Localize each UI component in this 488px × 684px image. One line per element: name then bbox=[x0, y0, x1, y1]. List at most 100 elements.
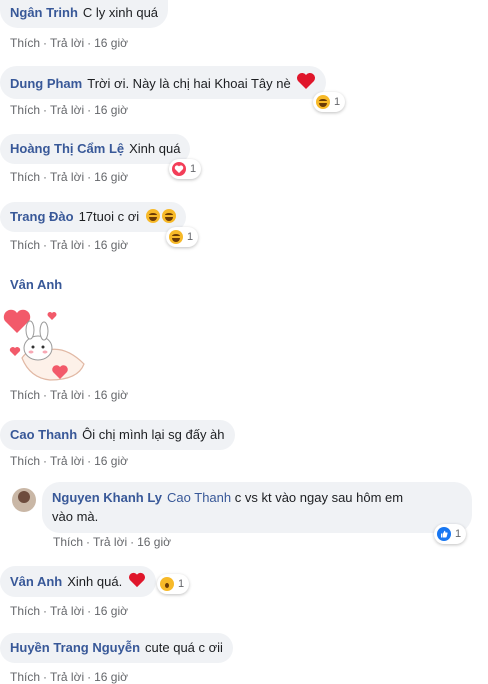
comment-bubble: Hoàng Thị Cẩm Lệ Xinh quá bbox=[0, 134, 191, 164]
bunny-heart-sticker[interactable] bbox=[0, 306, 92, 386]
reaction-summary[interactable]: 1 bbox=[157, 574, 190, 594]
reply-button[interactable]: Trả lời bbox=[50, 454, 84, 468]
timestamp[interactable]: 16 giờ bbox=[94, 238, 128, 252]
separator: · bbox=[87, 36, 92, 50]
comment-text-continued: vào mà. bbox=[52, 509, 99, 524]
comment-bubble: Vân Anh Xinh quá. bbox=[0, 566, 156, 597]
like-button[interactable]: Thích bbox=[10, 670, 40, 684]
heart-icon bbox=[128, 572, 145, 588]
separator: · bbox=[43, 170, 48, 184]
like-button[interactable]: Thích bbox=[10, 238, 40, 252]
wow-reaction-icon bbox=[160, 577, 174, 591]
comment-text: Xinh quá bbox=[129, 141, 181, 156]
comment-author[interactable]: Huyền Trang Nguyễn bbox=[10, 640, 140, 655]
timestamp[interactable]: 16 giờ bbox=[94, 670, 128, 684]
reply-button[interactable]: Trả lời bbox=[50, 36, 84, 50]
comment-author[interactable]: Cao Thanh bbox=[10, 427, 77, 442]
reaction-count: 1 bbox=[178, 578, 185, 590]
comment-text: Trời ơi. Này là chị hai Khoai Tây nè bbox=[87, 76, 291, 91]
like-button[interactable]: Thích bbox=[10, 454, 40, 468]
comment-bubble: Cao Thanh Ôi chị mình lại sg đấy àh bbox=[0, 420, 235, 450]
comment-author[interactable]: Vân Anh bbox=[10, 574, 62, 589]
comment-author[interactable]: Vân Anh bbox=[10, 277, 62, 292]
reply-button[interactable]: Trả lời bbox=[50, 103, 84, 117]
reply-button[interactable]: Trả lời bbox=[93, 535, 127, 549]
reaction-summary[interactable]: 1 bbox=[169, 159, 202, 179]
like-reaction-icon bbox=[437, 527, 451, 541]
comment-text: cute quá c ơii bbox=[145, 640, 223, 655]
reaction-count: 1 bbox=[455, 528, 462, 540]
like-button[interactable]: Thích bbox=[10, 388, 40, 402]
timestamp[interactable]: 16 giờ bbox=[137, 535, 171, 549]
comment-actions: Thích · Trả lời · 16 giờ bbox=[10, 36, 128, 50]
comment-actions: Thích · Trả lời · 16 giờ bbox=[10, 454, 128, 468]
comment-text: Ôi chị mình lại sg đấy àh bbox=[82, 427, 225, 442]
comment-author[interactable]: Hoàng Thị Cẩm Lệ bbox=[10, 141, 124, 156]
comment-author[interactable]: Ngân Trinh bbox=[10, 5, 78, 20]
separator: · bbox=[87, 388, 92, 402]
separator: · bbox=[43, 670, 48, 684]
reaction-count: 1 bbox=[334, 96, 341, 108]
reaction-count: 1 bbox=[190, 163, 197, 175]
like-button[interactable]: Thích bbox=[10, 103, 40, 117]
avatar[interactable] bbox=[12, 488, 36, 512]
like-button[interactable]: Thích bbox=[10, 36, 40, 50]
separator: · bbox=[43, 454, 48, 468]
like-button[interactable]: Thích bbox=[10, 604, 40, 618]
separator: · bbox=[43, 238, 48, 252]
comment-text: Xinh quá. bbox=[67, 574, 123, 589]
reply-button[interactable]: Trả lời bbox=[50, 388, 84, 402]
mention-link[interactable]: Cao Thanh bbox=[167, 490, 231, 505]
comment-bubble: Trang Đào 17tuoi c ơi bbox=[0, 202, 186, 232]
laughing-emoji-icon bbox=[161, 209, 176, 223]
separator: · bbox=[87, 670, 92, 684]
reply-button[interactable]: Trả lời bbox=[50, 238, 84, 252]
separator: · bbox=[130, 535, 135, 549]
separator: · bbox=[43, 36, 48, 50]
comment-bubble: Huyền Trang Nguyễn cute quá c ơii bbox=[0, 633, 233, 663]
comment-actions: Thích · Trả lời · 16 giờ bbox=[10, 670, 128, 684]
comment-actions: Thích · Trả lời · 16 giờ bbox=[10, 170, 128, 184]
heart-icon bbox=[297, 73, 316, 89]
comment-author[interactable]: Nguyen Khanh Ly bbox=[52, 490, 162, 505]
comment-actions: Thích · Trả lời · 16 giờ bbox=[53, 535, 171, 549]
separator: · bbox=[87, 454, 92, 468]
timestamp[interactable]: 16 giờ bbox=[94, 170, 128, 184]
comment-actions: Thích · Trả lời · 16 giờ bbox=[10, 103, 128, 117]
separator: · bbox=[87, 238, 92, 252]
separator: · bbox=[43, 103, 48, 117]
comment-actions: Thích · Trả lời · 16 giờ bbox=[10, 604, 128, 618]
haha-reaction-icon bbox=[316, 95, 330, 109]
reaction-summary[interactable]: 1 bbox=[434, 524, 467, 544]
haha-reaction-icon bbox=[169, 230, 183, 244]
comment-actions: Thích · Trả lời · 16 giờ bbox=[10, 238, 128, 252]
reaction-count: 1 bbox=[187, 231, 194, 243]
separator: · bbox=[43, 604, 48, 618]
separator: · bbox=[87, 604, 92, 618]
timestamp[interactable]: 16 giờ bbox=[94, 103, 128, 117]
comment-text: c vs kt vào ngay sau hôm em bbox=[234, 490, 404, 505]
timestamp[interactable]: 16 giờ bbox=[94, 388, 128, 402]
comment-bubble: Nguyen Khanh Ly Cao Thanh c vs kt vào nga… bbox=[42, 482, 472, 533]
separator: · bbox=[87, 103, 92, 117]
laughing-emoji-icon bbox=[145, 209, 160, 223]
comment-text: C ly xinh quá bbox=[82, 5, 159, 20]
separator: · bbox=[86, 535, 91, 549]
comment-author[interactable]: Trang Đào bbox=[10, 209, 74, 224]
reaction-summary[interactable]: 1 bbox=[166, 227, 199, 247]
love-reaction-icon bbox=[172, 162, 186, 176]
reply-button[interactable]: Trả lời bbox=[50, 670, 84, 684]
reaction-summary[interactable]: 1 bbox=[313, 92, 346, 112]
comment-bubble: Ngân Trinh C ly xinh quá bbox=[0, 0, 169, 28]
separator: · bbox=[43, 388, 48, 402]
comment-text: 17tuoi c ơi bbox=[78, 209, 140, 224]
like-button[interactable]: Thích bbox=[10, 170, 40, 184]
like-button[interactable]: Thích bbox=[53, 535, 83, 549]
comment-bubble: Dung Pham Trời ơi. Này là chị hai Khoai T… bbox=[0, 66, 327, 99]
comment-author[interactable]: Dung Pham bbox=[10, 76, 82, 91]
timestamp[interactable]: 16 giờ bbox=[94, 604, 128, 618]
reply-button[interactable]: Trả lời bbox=[50, 604, 84, 618]
timestamp[interactable]: 16 giờ bbox=[94, 36, 128, 50]
reply-button[interactable]: Trả lời bbox=[50, 170, 84, 184]
timestamp[interactable]: 16 giờ bbox=[94, 454, 128, 468]
